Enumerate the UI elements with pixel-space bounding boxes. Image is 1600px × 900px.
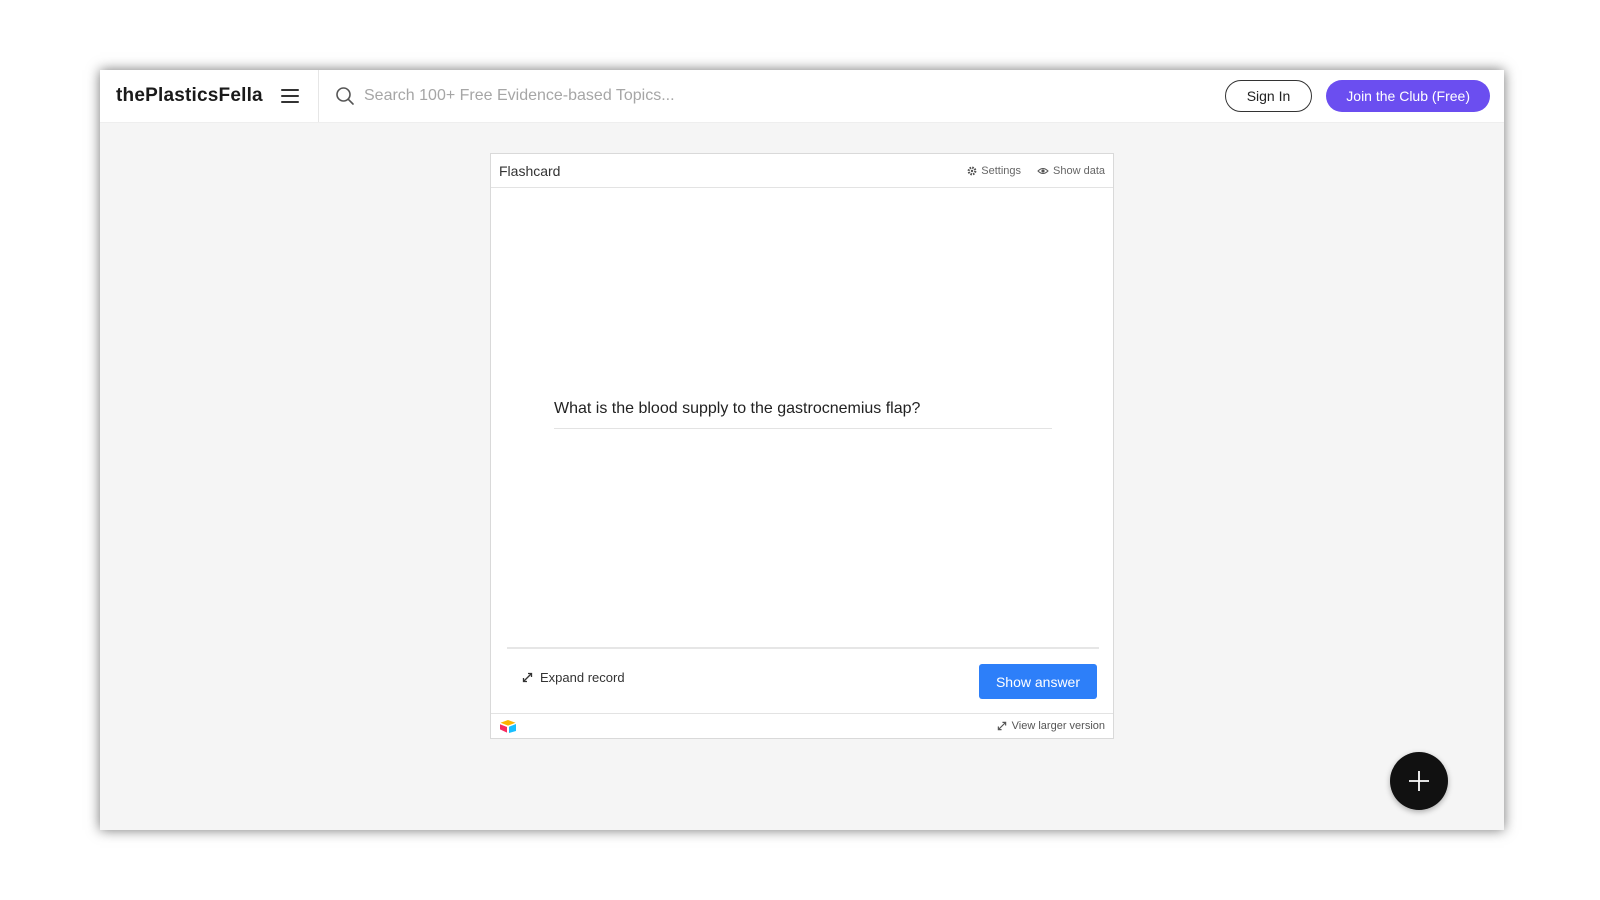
flashcard-footer: View larger version — [491, 713, 1113, 738]
search-bar — [319, 70, 1225, 122]
flashcard-header: Flashcard Settings Show data — [491, 154, 1113, 188]
show-answer-button[interactable]: Show answer — [979, 664, 1097, 699]
expand-record-label: Expand record — [540, 670, 625, 685]
view-larger-label: View larger version — [1011, 720, 1105, 732]
expand-arrows-icon — [522, 672, 533, 683]
view-larger-link[interactable]: View larger version — [997, 720, 1105, 732]
eye-icon — [1037, 167, 1049, 174]
brand-logo-text[interactable]: thePlasticsFella — [116, 85, 263, 107]
sign-in-button[interactable]: Sign In — [1224, 80, 1313, 112]
flashcard-title: Flashcard — [499, 162, 561, 179]
expand-record-button[interactable]: Expand record — [522, 670, 625, 685]
gear-icon — [967, 166, 977, 175]
flashcard-question: What is the blood supply to the gastrocn… — [554, 400, 1052, 429]
settings-button[interactable]: Settings — [967, 165, 1021, 177]
hamburger-icon[interactable] — [280, 89, 299, 103]
floating-add-button[interactable] — [1390, 752, 1448, 810]
show-data-button[interactable]: Show data — [1037, 165, 1105, 177]
search-icon — [336, 87, 354, 105]
settings-label: Settings — [981, 164, 1022, 177]
top-header: thePlasticsFella Sign In Join the Club (… — [100, 70, 1504, 123]
airtable-logo-icon[interactable] — [499, 719, 517, 733]
card-divider — [507, 647, 1099, 649]
brand-area: thePlasticsFella — [100, 70, 319, 122]
app-window: thePlasticsFella Sign In Join the Club (… — [100, 70, 1504, 830]
join-club-button[interactable]: Join the Club (Free) — [1326, 80, 1490, 112]
search-input[interactable] — [364, 87, 964, 105]
plus-icon — [1409, 771, 1429, 791]
expand-arrows-icon — [997, 721, 1006, 731]
show-data-label: Show data — [1053, 164, 1105, 177]
flashcard-widget: Flashcard Settings Show data What is the… — [490, 153, 1114, 739]
